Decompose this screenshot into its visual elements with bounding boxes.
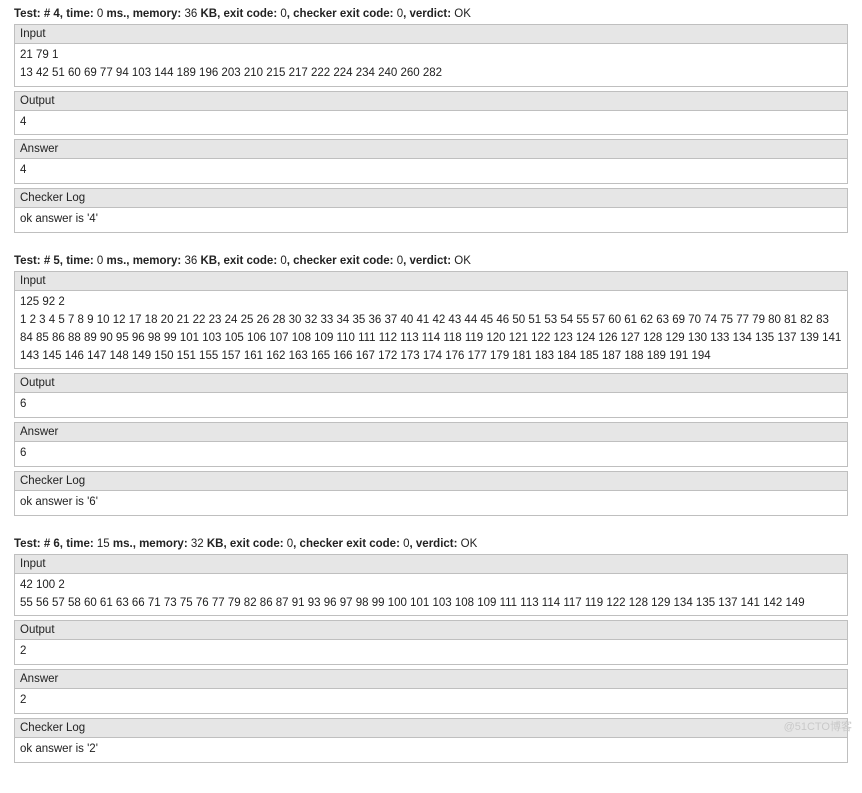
time-value: 0 (97, 255, 103, 267)
input-title: Input (14, 24, 848, 44)
label-time-unit: ms., memory: (106, 255, 181, 267)
label-verdict: , verdict: (410, 538, 458, 550)
answer-body: 6 (14, 442, 848, 467)
label-test: Test: # 6, time: (14, 538, 94, 550)
output-title: Output (14, 373, 848, 393)
label-verdict: , verdict: (403, 8, 451, 20)
test-header: Test: # 4, time: 0 ms., memory: 36 KB, e… (14, 8, 848, 20)
test-header: Test: # 6, time: 15 ms., memory: 32 KB, … (14, 538, 848, 550)
label-time-unit: ms., memory: (113, 538, 188, 550)
input-body: 21 79 113 42 51 60 69 77 94 103 144 189 … (14, 44, 848, 87)
checker-log-title: Checker Log (14, 471, 848, 491)
label-test: Test: # 4, time: (14, 8, 94, 20)
label-mem-unit: KB, exit code: (200, 8, 277, 20)
label-time-unit: ms., memory: (106, 8, 181, 20)
input-body: 125 92 21 2 3 4 5 7 8 9 10 12 17 18 20 2… (14, 291, 848, 369)
memory-value: 32 (191, 538, 204, 550)
checker-log-body: ok answer is '6' (14, 491, 848, 516)
answer-body: 2 (14, 689, 848, 714)
label-checker-exit: , checker exit code: (293, 538, 400, 550)
test-header: Test: # 5, time: 0 ms., memory: 36 KB, e… (14, 255, 848, 267)
test-block: Test: # 6, time: 15 ms., memory: 32 KB, … (14, 538, 848, 763)
memory-value: 36 (184, 255, 197, 267)
test-block: Test: # 5, time: 0 ms., memory: 36 KB, e… (14, 255, 848, 516)
input-title: Input (14, 271, 848, 291)
verdict-value: OK (454, 255, 471, 267)
output-title: Output (14, 91, 848, 111)
checker-log-title: Checker Log (14, 188, 848, 208)
label-checker-exit: , checker exit code: (287, 8, 394, 20)
verdict-value: OK (454, 8, 471, 20)
checker-log-title: Checker Log (14, 718, 848, 738)
output-body: 4 (14, 111, 848, 136)
answer-title: Answer (14, 422, 848, 442)
output-body: 2 (14, 640, 848, 665)
input-title: Input (14, 554, 848, 574)
label-mem-unit: KB, exit code: (200, 255, 277, 267)
verdict-value: OK (461, 538, 478, 550)
answer-body: 4 (14, 159, 848, 184)
input-body: 42 100 255 56 57 58 60 61 63 66 71 73 75… (14, 574, 848, 617)
answer-title: Answer (14, 139, 848, 159)
checker-log-body: ok answer is '4' (14, 208, 848, 233)
label-test: Test: # 5, time: (14, 255, 94, 267)
answer-title: Answer (14, 669, 848, 689)
memory-value: 36 (184, 8, 197, 20)
output-title: Output (14, 620, 848, 640)
label-verdict: , verdict: (403, 255, 451, 267)
label-checker-exit: , checker exit code: (287, 255, 394, 267)
time-value: 15 (97, 538, 110, 550)
label-mem-unit: KB, exit code: (207, 538, 284, 550)
test-block: Test: # 4, time: 0 ms., memory: 36 KB, e… (14, 8, 848, 233)
output-body: 6 (14, 393, 848, 418)
time-value: 0 (97, 8, 103, 20)
